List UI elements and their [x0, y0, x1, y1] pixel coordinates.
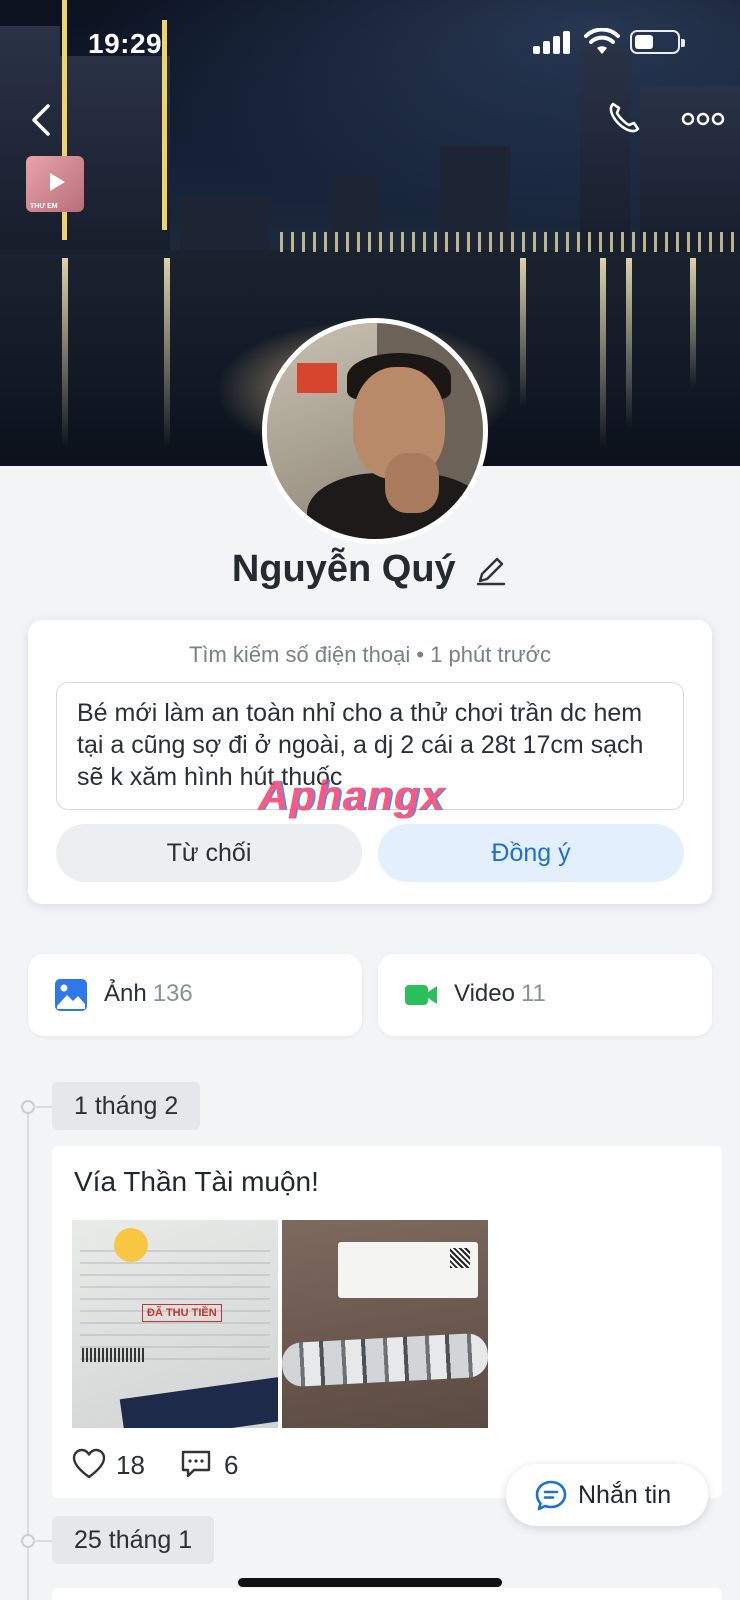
date-chip: 1 tháng 2 [52, 1082, 201, 1130]
profile-name: Nguyễn Quý [231, 548, 456, 590]
heart-icon [72, 1448, 106, 1479]
timeline-post[interactable] [52, 1588, 722, 1600]
videos-count: 11 [520, 980, 546, 1007]
accept-button[interactable]: Đồng ý [378, 824, 684, 882]
music-caption: THƯ EM [30, 203, 58, 210]
videos-button[interactable]: Video 11 [378, 954, 712, 1036]
avatar[interactable] [262, 318, 488, 544]
timeline-line [27, 1106, 29, 1600]
cover-reflection [690, 258, 696, 388]
status-bar: 19:29 [0, 0, 740, 80]
comment-button[interactable]: 6 [180, 1446, 270, 1482]
comment-count: 6 [224, 1450, 239, 1480]
more-horizontal-icon[interactable] [680, 104, 726, 134]
battery-icon [630, 30, 685, 54]
play-icon [50, 173, 65, 191]
profile-name-row: Nguyễn Quý [0, 548, 740, 604]
home-indicator[interactable] [238, 1578, 502, 1587]
photos-label: Ảnh 136 [104, 980, 193, 1007]
request-meta: Tìm kiếm số điện thoại • 1 phút trước [188, 642, 552, 667]
comment-icon [181, 1450, 211, 1478]
cover-reflection [626, 258, 632, 428]
photos-count: 136 [152, 980, 193, 1007]
post-text: Vía Thần Tài muộn! [74, 1166, 319, 1197]
message-button[interactable]: Nhắn tin [506, 1464, 708, 1526]
post-photo[interactable]: ĐÃ THU TIỀN [72, 1220, 278, 1428]
qr-code-icon [450, 1248, 470, 1268]
pleading-face-emoji-icon [114, 1228, 148, 1262]
watermark-logo: Aphangx [258, 772, 445, 819]
cover-reflection [164, 258, 170, 448]
friend-request-card: Tìm kiếm số điện thoại • 1 phút trước Bé… [28, 620, 712, 904]
date-chip: 25 tháng 1 [52, 1516, 215, 1564]
cover-reflection [600, 258, 606, 448]
like-count: 18 [116, 1450, 145, 1480]
video-camera-icon [405, 985, 437, 1005]
photos-button[interactable]: Ảnh 136 [28, 954, 362, 1036]
wifi-icon [584, 28, 620, 54]
cover-building [180, 196, 270, 256]
cellular-signal-icon [533, 30, 573, 54]
chain-bracelet [282, 1332, 488, 1388]
phone-icon[interactable] [604, 98, 644, 138]
image-icon [55, 979, 87, 1011]
cover-city-lights [280, 232, 740, 252]
profile-music-thumbnail[interactable]: THƯ EM [26, 156, 84, 212]
timeline-post[interactable]: Vía Thần Tài muộn! ĐÃ THU TIỀN 18 6 ••• [52, 1146, 722, 1498]
cover-reflection [520, 258, 526, 408]
post-photo[interactable] [282, 1220, 488, 1428]
chat-bubble-icon [535, 1480, 567, 1511]
back-icon[interactable] [22, 98, 62, 142]
cover-reflection [62, 258, 68, 448]
like-button[interactable]: 18 [72, 1446, 162, 1482]
videos-label: Video 11 [454, 980, 546, 1007]
status-time: 19:29 [88, 28, 163, 59]
message-button-label: Nhắn tin [578, 1481, 672, 1509]
receipt-stamp: ĐÃ THU TIỀN [142, 1304, 222, 1322]
decline-button[interactable]: Từ chối [56, 824, 362, 882]
pencil-icon[interactable] [474, 553, 508, 587]
